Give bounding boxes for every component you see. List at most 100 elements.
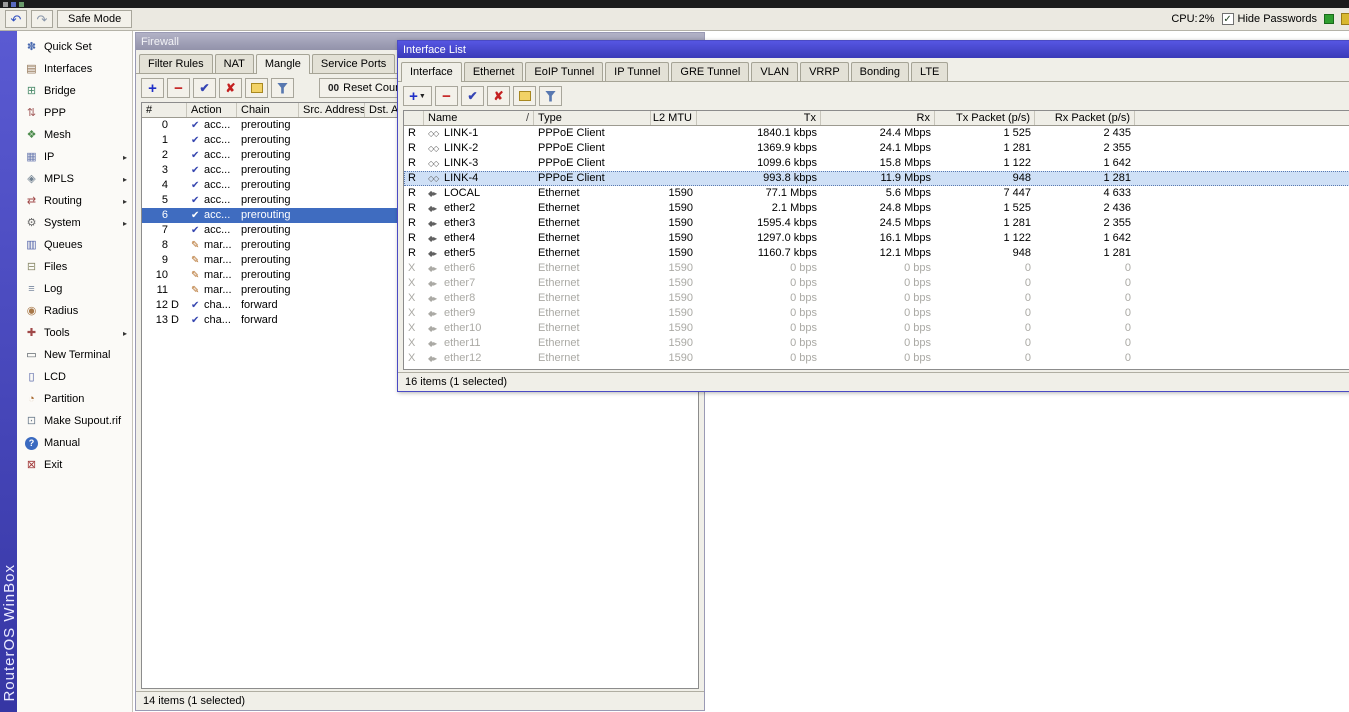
sidebar-item-quick-set[interactable]: ✽ Quick Set [17, 36, 132, 58]
table-row[interactable]: R ◇◇ LINK-3 PPPoE Client 1099.6 kbps 15.8 Mbp… [404, 156, 1349, 171]
interface-name: ether4 [444, 232, 476, 244]
sidebar-item-queues[interactable]: ▥ Queues [17, 234, 132, 256]
enable-button[interactable]: ✔ [193, 78, 216, 98]
table-row[interactable]: X ◆▸ ether9 Ethernet 1590 0 bps 0 bps 0 0 [404, 306, 1349, 321]
table-row[interactable]: X ◆▸ ether12 Ethernet 1590 0 bps 0 bps 0 0 [404, 351, 1349, 366]
interface-tx-cell: 1099.6 kbps [757, 157, 817, 169]
table-row[interactable]: R ◆▸ ether4 Ethernet 1590 1297.0 kbps 16.1 Mbp… [404, 231, 1349, 246]
redo-button[interactable]: ↷ [31, 10, 53, 28]
interface-name-cell: ◆▸ ether5 [424, 246, 534, 261]
tab-ip-tunnel[interactable]: IP Tunnel [605, 62, 670, 81]
interface-type-cell: PPPoE Client [538, 127, 605, 139]
column-header-name[interactable]: Name / [424, 111, 534, 125]
interface-rows: R ◇◇ LINK-1 PPPoE Client 1840.1 kbps 24.4 Mbp… [404, 126, 1349, 366]
interface-type-cell: Ethernet [538, 322, 580, 334]
tab-bonding[interactable]: Bonding [850, 62, 910, 81]
disable-button[interactable]: ✘ [487, 86, 510, 106]
tab-lte[interactable]: LTE [911, 62, 949, 81]
tab-mangle[interactable]: Mangle [255, 54, 310, 74]
firewall-status-text: 14 items (1 selected) [143, 695, 246, 707]
table-row[interactable]: X ◆▸ ether6 Ethernet 1590 0 bps 0 bps 0 0 [404, 261, 1349, 276]
column-header-type[interactable]: Type [534, 111, 651, 125]
tab-vlan[interactable]: VLAN [751, 62, 799, 81]
wand-icon: ✽ [26, 40, 37, 53]
rule-chain-cell: prerouting [241, 239, 291, 251]
table-row[interactable]: R ◇◇ LINK-2 PPPoE Client 1369.9 kbps 24.1 Mbp… [404, 141, 1349, 156]
tab-nat[interactable]: NAT [214, 54, 254, 73]
column-header-tx[interactable]: Tx [697, 111, 821, 125]
sidebar-item-bridge[interactable]: ⊞ Bridge [17, 80, 132, 102]
column-header-col[interactable]: # [142, 103, 187, 117]
table-row[interactable]: X ◆▸ ether8 Ethernet 1590 0 bps 0 bps 0 0 [404, 291, 1349, 306]
comment-button[interactable] [245, 78, 268, 98]
cpu-label: CPU: [1171, 13, 1198, 25]
add-button[interactable]: + [141, 78, 164, 98]
table-row[interactable]: X ◆▸ ether10 Ethernet 1590 0 bps 0 bps 0 0 [404, 321, 1349, 336]
sidebar-item-exit[interactable]: ⊠ Exit [17, 454, 132, 476]
table-row[interactable]: R ◇◇ LINK-4 PPPoE Client 993.8 kbps 11.9 Mbps… [404, 171, 1349, 186]
disable-button[interactable]: ✘ [219, 78, 242, 98]
column-header-action[interactable]: Action [187, 103, 237, 117]
column-header-tx-packet-p-s[interactable]: Tx Packet (p/s) [935, 111, 1035, 125]
table-row[interactable]: R ◆▸ ether5 Ethernet 1590 1160.7 kbps 12.1 Mbp… [404, 246, 1349, 261]
column-header-rx[interactable]: Rx [821, 111, 935, 125]
sidebar-item-radius[interactable]: ◉ Radius [17, 300, 132, 322]
table-row[interactable]: R ◆▸ ether3 Ethernet 1590 1595.4 kbps 24.5 Mbp… [404, 216, 1349, 231]
table-row[interactable]: X ◆▸ ether11 Ethernet 1590 0 bps 0 bps 0 0 [404, 336, 1349, 351]
interface-l2mtu-cell: 1590 [668, 247, 693, 259]
tab-service-ports[interactable]: Service Ports [311, 54, 396, 73]
window-title: Interface List [403, 43, 466, 56]
column-header-rx-packet-p-s[interactable]: Rx Packet (p/s) [1035, 111, 1135, 125]
sidebar-item-interfaces[interactable]: ▤ Interfaces [17, 58, 132, 80]
interface-list-titlebar[interactable]: Interface List [398, 41, 1349, 58]
table-row[interactable]: R ◇◇ LINK-1 PPPoE Client 1840.1 kbps 24.4 Mbp… [404, 126, 1349, 141]
tab-gre-tunnel[interactable]: GRE Tunnel [671, 62, 750, 81]
tab-vrrp[interactable]: VRRP [800, 62, 849, 81]
column-header-chain[interactable]: Chain [237, 103, 299, 117]
sidebar-item-log[interactable]: ≡ Log [17, 278, 132, 300]
sidebar-item-ppp[interactable]: ⇅ PPP [17, 102, 132, 124]
tab-eoip-tunnel[interactable]: EoIP Tunnel [525, 62, 604, 81]
table-row[interactable]: R ◆▸ LOCAL Ethernet 1590 77.1 Mbps 5.6 Mbps 7 4… [404, 186, 1349, 201]
sidebar-item-new-terminal[interactable]: ▭ New Terminal [17, 344, 132, 366]
column-header-src-address[interactable]: Src. Address [299, 103, 365, 117]
filter-button[interactable] [539, 86, 562, 106]
sidebar-item-files[interactable]: ⊟ Files [17, 256, 132, 278]
sidebar-item-routing[interactable]: ⇄ Routing ▸ [17, 190, 132, 212]
comment-button[interactable] [513, 86, 536, 106]
sidebar-item-tools[interactable]: ✚ Tools ▸ [17, 322, 132, 344]
column-header-flags[interactable] [404, 111, 424, 125]
lcd-icon: ▯ [28, 370, 35, 383]
filter-button[interactable] [271, 78, 294, 98]
hide-passwords-checkbox[interactable]: ✓ [1221, 13, 1234, 25]
sidebar-item-mesh[interactable]: ❖ Mesh [17, 124, 132, 146]
remove-button[interactable]: − [435, 86, 458, 106]
interface-rxpacket-cell: 4 633 [1103, 187, 1131, 199]
table-row[interactable]: X ◆▸ ether7 Ethernet 1590 0 bps 0 bps 0 0 [404, 276, 1349, 291]
tab-ethernet[interactable]: Ethernet [463, 62, 524, 81]
sidebar-item-manual[interactable]: ? Manual [17, 432, 132, 454]
undo-button[interactable]: ↶ [5, 10, 27, 28]
sidebar-item-system[interactable]: ⚙ System ▸ [17, 212, 132, 234]
safe-mode-button[interactable]: Safe Mode [57, 10, 133, 28]
check-icon: ✔ [191, 315, 200, 326]
interface-flag-cell: R [408, 232, 416, 244]
sidebar-item-mpls[interactable]: ◈ MPLS ▸ [17, 168, 132, 190]
interface-name-cell: ◆▸ ether11 [424, 336, 534, 351]
rule-action: mar... [204, 254, 232, 266]
column-header-l2-mtu[interactable]: L2 MTU [651, 111, 697, 125]
rule-action: mar... [204, 284, 232, 296]
interface-fill-cell [1135, 171, 1349, 186]
rule-action: acc... [204, 119, 231, 131]
table-row[interactable]: R ◆▸ ether2 Ethernet 1590 2.1 Mbps 24.8 Mbps 1 … [404, 201, 1349, 216]
sidebar-item-lcd[interactable]: ▯ LCD [17, 366, 132, 388]
tab-interface[interactable]: Interface [401, 62, 462, 82]
interface-tx-cell: 0 bps [790, 322, 817, 334]
enable-button[interactable]: ✔ [461, 86, 484, 106]
sidebar-item-make-supout-rif[interactable]: ⊡ Make Supout.rif [17, 410, 132, 432]
sidebar-item-ip[interactable]: ▦ IP ▸ [17, 146, 132, 168]
sidebar-item-partition[interactable]: ◔ Partition [17, 388, 132, 410]
remove-button[interactable]: − [167, 78, 190, 98]
tab-filter-rules[interactable]: Filter Rules [139, 54, 213, 73]
add-dropdown-button[interactable]: + ▼ [403, 86, 432, 106]
